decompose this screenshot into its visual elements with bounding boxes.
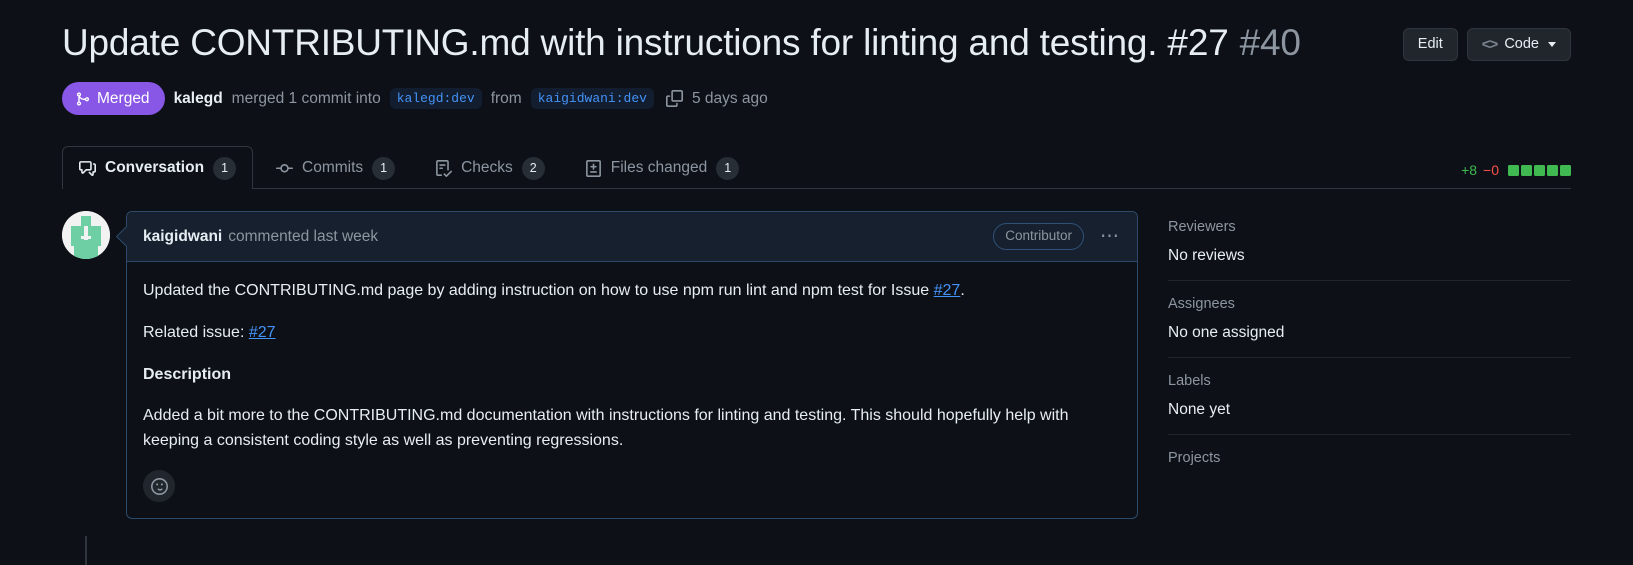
diff-block <box>1508 164 1519 176</box>
code-button[interactable]: <> Code <box>1466 28 1571 61</box>
diff-stat: +8 −0 <box>1461 162 1571 188</box>
tabs: Conversation 1 Commits 1 Checks 2 Files … <box>62 145 756 190</box>
sidebar-reviewers-value: No reviews <box>1168 247 1245 265</box>
reaction-row <box>127 470 1137 518</box>
tab-checks-count: 2 <box>521 156 545 180</box>
base-branch-tag[interactable]: kalegd:dev <box>389 88 482 110</box>
edit-button-label: Edit <box>1417 36 1443 53</box>
conversation-column: kaigidwani commented last week Contribut… <box>62 211 1138 565</box>
status-badge: Merged <box>62 82 165 116</box>
paragraph-2-text: Related issue: <box>143 324 249 342</box>
tab-files-changed[interactable]: Files changed 1 <box>568 146 756 189</box>
issue-link-27-related[interactable]: #27 <box>249 324 276 341</box>
code-brackets-icon: <> <box>1481 36 1499 53</box>
tab-checks[interactable]: Checks 2 <box>418 146 562 189</box>
tab-files-changed-label: Files changed <box>610 159 708 177</box>
sidebar-section-projects: Projects <box>1168 435 1571 493</box>
merge-timestamp: 5 days ago <box>691 89 768 107</box>
avatar[interactable] <box>62 211 110 260</box>
tab-conversation-label: Conversation <box>105 159 205 177</box>
diff-block <box>1547 164 1558 176</box>
sidebar-assignees-title[interactable]: Assignees <box>1168 296 1571 312</box>
tab-commits-count: 1 <box>372 156 396 180</box>
issue-link-27-inline[interactable]: #27 <box>934 282 961 299</box>
from-text: from <box>490 89 522 107</box>
comment-heading-description: Description <box>143 365 232 383</box>
merge-actor[interactable]: kalegd <box>174 90 223 108</box>
copy-icon[interactable] <box>665 90 683 108</box>
kebab-horizontal-icon[interactable]: ⋯ <box>1100 227 1121 246</box>
comment-author[interactable]: kaigidwani <box>143 228 222 246</box>
tab-commits-label: Commits <box>302 159 364 177</box>
pr-title-text: Update CONTRIBUTING.md with instructions… <box>62 22 1229 63</box>
chevron-down-icon <box>1548 42 1556 47</box>
edit-button[interactable]: Edit <box>1402 28 1458 61</box>
paragraph-1-text: Updated the CONTRIBUTING.md page by addi… <box>143 282 934 300</box>
sidebar-labels-title[interactable]: Labels <box>1168 373 1571 389</box>
git-commit-icon <box>276 160 294 177</box>
page-title: Update CONTRIBUTING.md with instructions… <box>62 20 1301 66</box>
smiley-icon[interactable] <box>143 470 175 503</box>
comment-paragraph-1: Updated the CONTRIBUTING.md page by addi… <box>143 279 1121 304</box>
file-diff-icon <box>585 159 602 177</box>
paragraph-1-suffix: . <box>960 282 965 300</box>
tab-commits[interactable]: Commits 1 <box>259 146 412 189</box>
comment-block: kaigidwani commented last week Contribut… <box>62 211 1138 520</box>
git-merge-icon <box>75 91 90 107</box>
tab-conversation-count: 1 <box>213 156 237 180</box>
diff-block <box>1534 164 1545 176</box>
diff-blocks <box>1508 164 1571 176</box>
comment-action-text: commented last week <box>228 227 379 245</box>
head-branch-tag[interactable]: kaigidwani:dev <box>530 88 654 110</box>
title-actions: Edit <> Code <box>1402 20 1571 61</box>
sidebar: Reviewers No reviews Assignees No one as… <box>1168 211 1571 519</box>
comment-body: Updated the CONTRIBUTING.md page by addi… <box>127 262 1137 453</box>
checklist-icon <box>435 159 453 177</box>
pr-number: #40 <box>1239 22 1301 63</box>
sidebar-reviewers-title[interactable]: Reviewers <box>1168 219 1571 235</box>
tab-checks-label: Checks <box>461 159 513 177</box>
tab-conversation[interactable]: Conversation 1 <box>62 146 254 190</box>
sidebar-projects-title[interactable]: Projects <box>1168 450 1571 466</box>
merge-text: merged 1 commit into <box>231 89 381 107</box>
tab-files-changed-count: 1 <box>716 156 740 180</box>
sidebar-section-labels: Labels None yet <box>1168 358 1571 436</box>
title-row: Update CONTRIBUTING.md with instructions… <box>62 0 1571 66</box>
sidebar-assignees-value: No one assigned <box>1168 324 1285 342</box>
content-area: kaigidwani commented last week Contribut… <box>62 211 1571 565</box>
sidebar-section-assignees: Assignees No one assigned <box>1168 281 1571 359</box>
subheader: Merged kalegd merged 1 commit into kaleg… <box>62 82 1571 116</box>
comment-paragraph-2: Related issue: #27 <box>143 321 1121 346</box>
diff-deletions: −0 <box>1483 162 1499 179</box>
sidebar-labels-value: None yet <box>1168 401 1231 419</box>
code-button-label: Code <box>1504 36 1539 53</box>
tab-bar: Conversation 1 Commits 1 Checks 2 Files … <box>62 141 1571 190</box>
comment-card: kaigidwani commented last week Contribut… <box>126 211 1138 520</box>
diff-block <box>1560 164 1571 176</box>
role-badge: Contributor <box>993 223 1084 251</box>
diff-additions: +8 <box>1461 162 1478 179</box>
comment-header-actions: Contributor ⋯ <box>993 223 1121 251</box>
comment-discussion-icon <box>79 160 96 177</box>
comment-header: kaigidwani commented last week Contribut… <box>127 212 1137 263</box>
status-badge-label: Merged <box>97 89 150 107</box>
diff-block <box>1521 164 1532 176</box>
comment-paragraph-3: Added a bit more to the CONTRIBUTING.md … <box>143 406 1069 449</box>
pull-request-page: Update CONTRIBUTING.md with instructions… <box>0 0 1633 565</box>
timeline-line <box>85 536 87 565</box>
sidebar-section-reviewers: Reviewers No reviews <box>1168 219 1571 282</box>
